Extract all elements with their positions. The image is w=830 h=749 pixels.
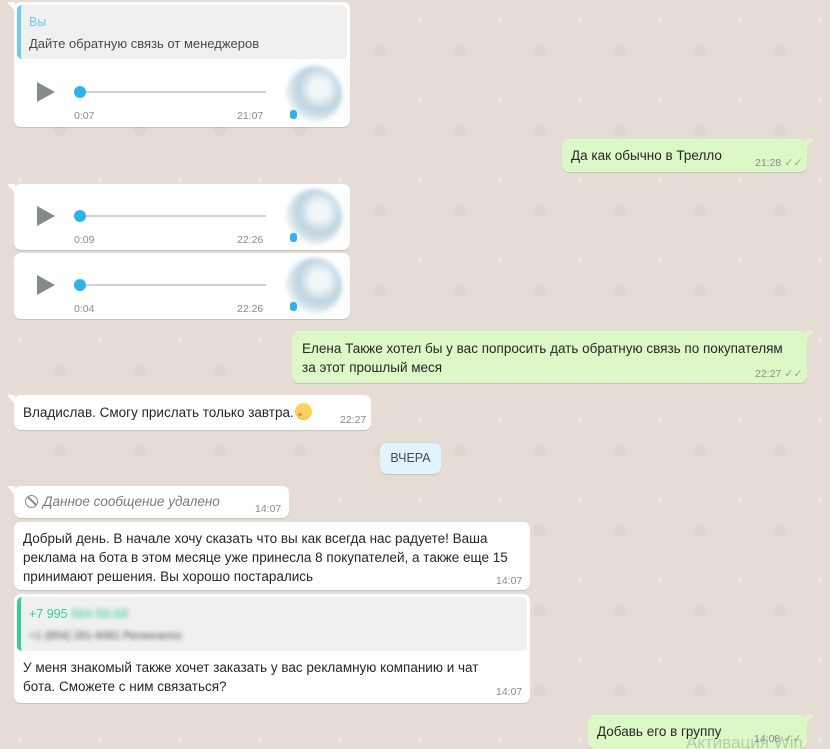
quoted-contact[interactable]: +7 995 564-59-68 +1 (854) 281-6081 Регио… xyxy=(17,597,527,651)
quote-text: Дайте обратную связь от менеджеров xyxy=(29,36,260,51)
voice-duration: 0:04 xyxy=(74,303,95,315)
message-text-line: принимают решения. Вы хорошо постарались xyxy=(23,569,314,584)
message-time: 22:26 xyxy=(237,303,264,315)
message-deleted[interactable]: Данное сообщение удалено 14:07 xyxy=(7,486,289,518)
double-check-icon: ✓✓ xyxy=(784,368,803,380)
message-time: 14:07 xyxy=(255,503,282,515)
message-voice[interactable]: 0:04 22:26 xyxy=(14,253,350,319)
voice-duration: 0:09 xyxy=(74,234,95,246)
ban-icon xyxy=(25,495,38,508)
quote-phone-hidden: 564-59-68 xyxy=(71,607,129,621)
message-text: Владислав. Смогу прислать только завтра. xyxy=(23,403,312,422)
voice-progress-handle[interactable] xyxy=(74,279,86,291)
play-icon[interactable] xyxy=(37,206,55,226)
message-time-value: 21:28 xyxy=(755,157,782,169)
date-separator-label: ВЧЕРА xyxy=(390,451,431,465)
quote-author: Вы xyxy=(29,15,47,29)
message-time: 14:07 xyxy=(496,686,523,698)
windows-activation-watermark: Активация Win xyxy=(686,733,803,749)
message-time: 21:07 xyxy=(237,110,264,122)
message-text-line: реклама на бота в этом месяце уже принес… xyxy=(23,550,508,565)
voice-progress-track[interactable] xyxy=(80,91,266,93)
message-time-value: 22:27 xyxy=(755,368,782,380)
message-time: 22:27 ✓✓ xyxy=(755,367,803,380)
message-time: 22:26 xyxy=(237,234,264,246)
mic-icon xyxy=(290,302,297,311)
message-voice-reply[interactable]: Вы Дайте обратную связь от менеджеров 0:… xyxy=(7,2,350,127)
date-separator: ВЧЕРА xyxy=(380,443,441,474)
message-outgoing[interactable]: Да как обычно в Трелло 21:28 ✓✓ xyxy=(562,139,814,172)
voice-progress-track[interactable] xyxy=(80,215,266,217)
deleted-text: Данное сообщение удалено xyxy=(43,494,220,509)
play-icon[interactable] xyxy=(37,82,55,102)
message-text-line: Добрый день. В начале хочу сказать что в… xyxy=(23,531,488,546)
message-outgoing[interactable]: Елена Также хотел бы у вас попросить дат… xyxy=(292,331,814,383)
quote-phone: +7 995 564-59-68 xyxy=(29,607,128,621)
message-time: 21:28 ✓✓ xyxy=(755,156,803,169)
message-text-value: Владислав. Смогу прислать только завтра. xyxy=(23,405,294,420)
voice-progress-handle[interactable] xyxy=(74,86,86,98)
message-text-line: Елена Также хотел бы у вас попросить дат… xyxy=(302,341,783,356)
voice-progress-track[interactable] xyxy=(80,284,266,286)
message-incoming[interactable]: Добрый день. В начале хочу сказать что в… xyxy=(14,522,530,590)
quoted-message[interactable]: Вы Дайте обратную связь от менеджеров xyxy=(17,5,347,59)
quote-sub: +1 (854) 281-6081 Регионалос xyxy=(29,630,183,642)
message-text-line: за этот прошлый меся xyxy=(302,360,443,375)
play-icon[interactable] xyxy=(37,275,55,295)
message-contact-reply[interactable]: +7 995 564-59-68 +1 (854) 281-6081 Регио… xyxy=(14,594,530,703)
emoji-icon xyxy=(294,403,312,420)
message-time: 22:27 xyxy=(340,414,367,426)
mic-icon xyxy=(290,233,297,242)
message-incoming[interactable]: Владислав. Смогу прислать только завтра.… xyxy=(7,395,371,430)
mic-icon xyxy=(290,110,297,119)
message-text-line: бота. Сможете с ним связаться? xyxy=(23,679,227,694)
message-text-line: У меня знакомый также хочет заказать у в… xyxy=(23,660,479,675)
voice-duration: 0:07 xyxy=(74,110,95,122)
quote-phone-visible: +7 995 xyxy=(29,607,68,621)
voice-progress-handle[interactable] xyxy=(74,210,86,222)
double-check-icon: ✓✓ xyxy=(784,157,803,169)
message-text: Да как обычно в Трелло xyxy=(571,148,722,163)
message-time: 14:07 xyxy=(496,575,523,587)
message-voice[interactable]: 0:09 22:26 xyxy=(7,184,350,250)
